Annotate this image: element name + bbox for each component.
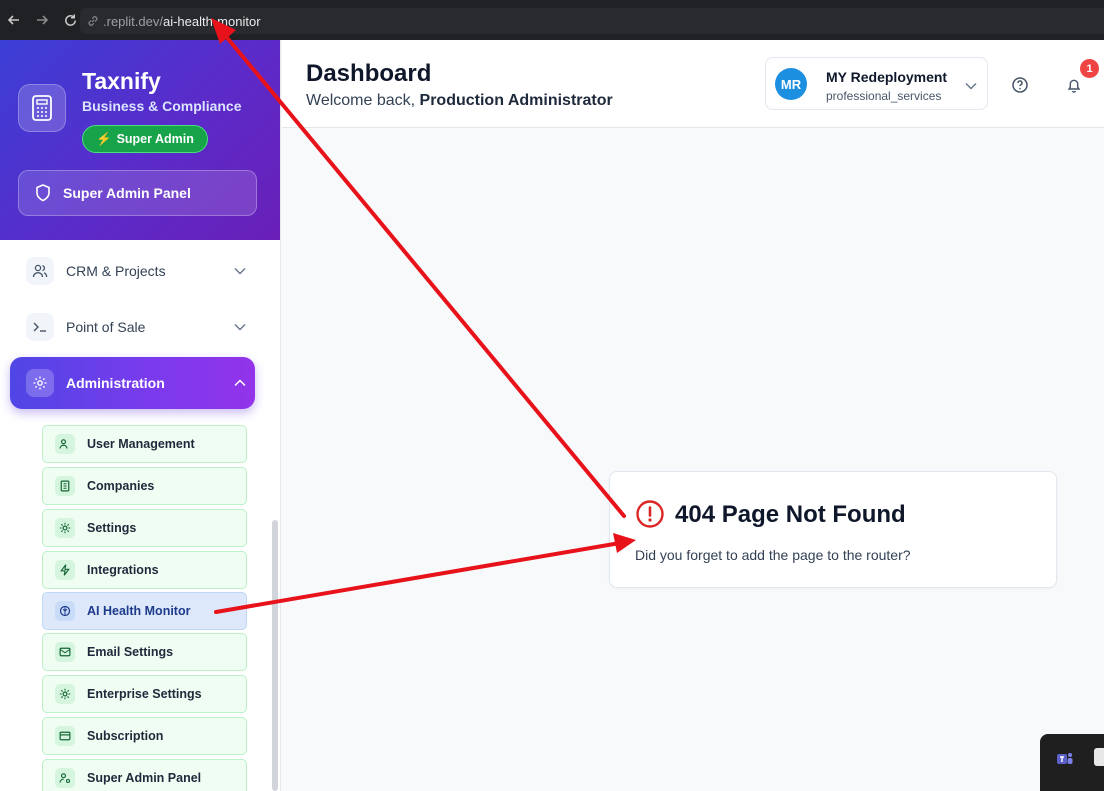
building-icon [55, 476, 75, 496]
sidebar-subitem-label: Enterprise Settings [87, 687, 202, 701]
lightning-icon: ⚡ [96, 131, 112, 146]
arrow-right-icon [37, 15, 49, 25]
brain-icon [55, 601, 75, 621]
top-header: Dashboard Welcome back, Production Admin… [282, 40, 1104, 128]
browser-toolbar: .replit.dev/ai-health-monitor [0, 0, 1104, 40]
sidebar-subitem-subscription[interactable]: Subscription [42, 717, 247, 755]
reload-icon [64, 13, 76, 26]
sidebar-subitem-settings[interactable]: Settings [42, 509, 247, 547]
super-admin-panel-button[interactable]: Super Admin Panel [18, 170, 257, 216]
credit-card-icon [55, 726, 75, 746]
page-title: Dashboard [306, 60, 432, 87]
gear-icon [55, 684, 75, 704]
chevron-up-icon [225, 379, 255, 387]
brand-subtitle: Business & Compliance [82, 98, 242, 114]
calculator-icon [18, 84, 66, 132]
sidebar-item-label: Point of Sale [66, 319, 146, 335]
sidebar-item-point-of-sale[interactable]: Point of Sale [10, 302, 255, 352]
company-selector[interactable]: MR MY Redeployment professional_services [765, 57, 988, 110]
notifications-button[interactable] [1064, 75, 1084, 95]
shield-icon [36, 184, 50, 202]
teams-icon[interactable] [1056, 750, 1074, 773]
notification-count-badge: 1 [1080, 59, 1099, 78]
users-icon [26, 257, 54, 285]
chevron-down-icon [225, 323, 255, 331]
sidebar-subitem-label: Email Settings [87, 645, 174, 659]
sidebar-subitem-super-admin-panel[interactable]: Super Admin Panel [42, 759, 247, 791]
sidebar-subitem-email-settings[interactable]: Email Settings [42, 633, 247, 671]
role-badge-label: Super Admin [116, 132, 194, 146]
brand-name: Taxnify [82, 68, 161, 94]
terminal-icon [26, 313, 54, 341]
sidebar-subitem-companies[interactable]: Companies [42, 467, 247, 505]
address-bar[interactable]: .replit.dev/ai-health-monitor [80, 8, 1104, 34]
help-button[interactable] [1010, 75, 1030, 95]
sidebar-item-label: CRM & Projects [66, 263, 166, 279]
sidebar-scrollbar[interactable] [272, 520, 278, 791]
user-name: Production Administrator [419, 92, 613, 109]
brand-panel: Taxnify Business & Compliance ⚡ Super Ad… [0, 40, 280, 240]
not-found-card: 404 Page Not Found Did you forget to add… [609, 471, 1057, 588]
sidebar-subitem-label: Subscription [87, 729, 164, 743]
forward-button[interactable] [28, 0, 56, 40]
back-button[interactable] [0, 0, 28, 40]
company-name: MY Redeployment [826, 69, 948, 85]
app-icon[interactable] [1094, 748, 1104, 766]
company-avatar: MR [775, 68, 807, 100]
sidebar-subitem-label: User Management [87, 437, 195, 451]
gear-icon [26, 369, 54, 397]
sidebar: Taxnify Business & Compliance ⚡ Super Ad… [0, 40, 281, 791]
sidebar-subitem-integrations[interactable]: Integrations [42, 551, 247, 589]
url-path: ai-health-monitor [162, 13, 261, 29]
bell-icon [1067, 79, 1081, 93]
mail-icon [55, 642, 75, 662]
chevron-down-icon [965, 77, 977, 95]
welcome-message: Welcome back, Production Administrator [306, 92, 613, 110]
user-cog-icon [55, 768, 75, 788]
link-icon [88, 16, 98, 26]
sidebar-item-administration[interactable]: Administration [10, 357, 255, 409]
sidebar-subitem-label: Companies [87, 479, 155, 493]
help-circle-icon [1012, 77, 1028, 93]
users-icon [55, 434, 75, 454]
alert-circle-icon [635, 499, 665, 534]
sidebar-subitem-label: AI Health Monitor [87, 604, 191, 618]
arrow-left-icon [7, 15, 19, 25]
sidebar-subitem-label: Super Admin Panel [87, 771, 202, 785]
role-badge: ⚡ Super Admin [82, 125, 208, 153]
error-title: 404 Page Not Found [675, 501, 906, 528]
panel-button-label: Super Admin Panel [63, 185, 191, 201]
sidebar-item-label: Administration [66, 375, 165, 391]
sidebar-subitem-label: Integrations [87, 563, 159, 577]
sidebar-subitem-ai-health-monitor[interactable]: AI Health Monitor [42, 592, 247, 630]
company-type: professional_services [826, 89, 942, 103]
sidebar-subitem-user-management[interactable]: User Management [42, 425, 247, 463]
system-tray [1040, 734, 1104, 791]
sidebar-item-crm-projects[interactable]: CRM & Projects [10, 246, 255, 296]
sidebar-subitem-enterprise-settings[interactable]: Enterprise Settings [42, 675, 247, 713]
chevron-down-icon [225, 267, 255, 275]
url-host: .replit.dev/ [103, 13, 163, 29]
zap-icon [55, 560, 75, 580]
welcome-prefix: Welcome back, [306, 92, 420, 109]
error-message: Did you forget to add the page to the ro… [635, 547, 911, 563]
gear-icon [55, 518, 75, 538]
sidebar-subitem-label: Settings [87, 521, 137, 535]
